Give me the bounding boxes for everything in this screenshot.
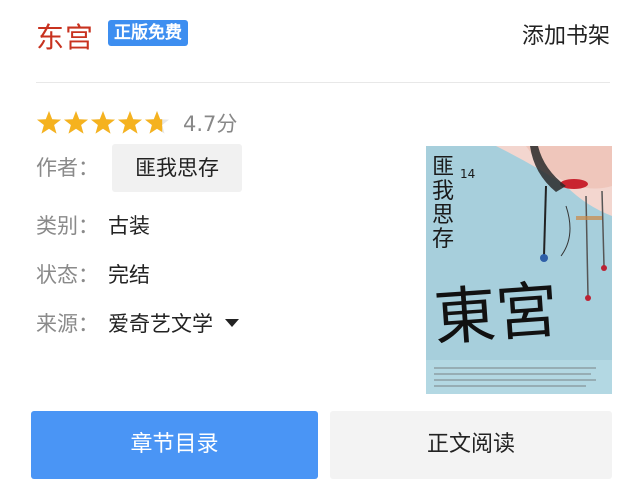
author-row: 作者：	[36, 152, 108, 182]
rating-score: 4.7分	[183, 112, 238, 136]
author-link[interactable]: 匪我思存	[112, 144, 242, 192]
category-label: 类别：	[36, 214, 99, 238]
divider	[36, 82, 610, 83]
star-icon	[90, 110, 117, 136]
rating: 4.7分	[36, 108, 237, 138]
read-now-button[interactable]: 正文阅读	[330, 411, 612, 479]
free-badge: 正版免费	[108, 20, 188, 46]
star-icon	[117, 110, 144, 136]
header: 东宫 正版免费 添加书架	[36, 14, 610, 54]
svg-text:思: 思	[432, 203, 454, 228]
status-value: 完结	[108, 263, 150, 287]
star-icon	[36, 110, 63, 136]
book-title: 东宫	[36, 21, 95, 54]
cover-illustration: 匪 我 思 存 14 東宮	[426, 146, 612, 394]
rating-stars	[36, 110, 171, 136]
author-label: 作者：	[36, 156, 99, 180]
table-of-contents-button[interactable]: 章节目录	[31, 411, 318, 479]
cover-title: 東宮	[431, 273, 560, 354]
book-cover-image[interactable]: 匪 我 思 存 14 東宮	[426, 146, 612, 394]
svg-text:存: 存	[432, 227, 454, 252]
status-label: 状态：	[36, 263, 99, 287]
star-icon	[144, 110, 171, 136]
add-to-shelf-button[interactable]: 添加书架	[522, 18, 610, 50]
star-icon	[63, 110, 90, 136]
source-row: 来源： 爱奇艺文学	[36, 308, 239, 338]
svg-text:我: 我	[432, 179, 454, 204]
source-dropdown[interactable]: 爱奇艺文学	[108, 308, 239, 338]
cover-author-1: 匪	[432, 155, 454, 180]
cover-number: 14	[460, 167, 475, 181]
status-row: 状态： 完结	[36, 259, 150, 289]
source-value: 爱奇艺文学	[108, 312, 213, 336]
source-label: 来源：	[36, 312, 99, 336]
category-value: 古装	[108, 214, 150, 238]
chevron-down-icon	[225, 319, 239, 327]
category-row: 类别： 古装	[36, 210, 150, 240]
